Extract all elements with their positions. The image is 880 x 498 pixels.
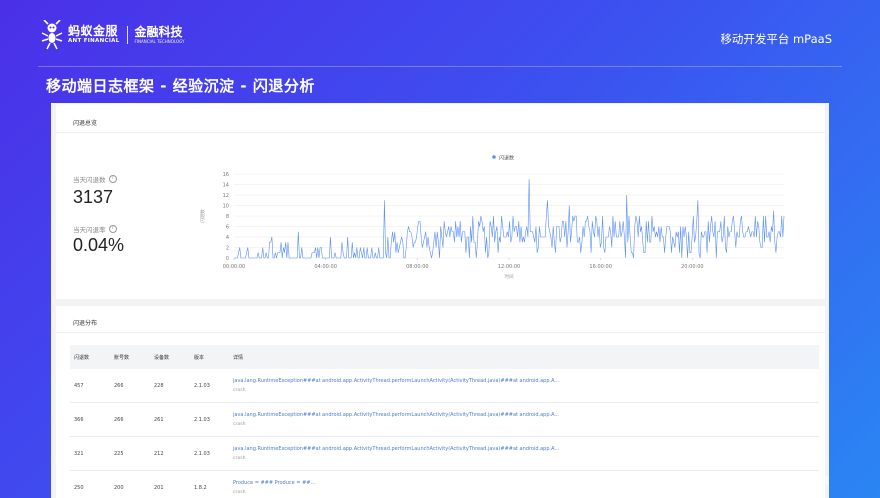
x-tick-label: 00:00:00 <box>223 264 245 270</box>
page-title: 移动端日志框架 - 经验沉淀 - 闪退分析 <box>46 77 315 95</box>
y-tick-label: 6 <box>226 224 229 230</box>
crash-type: crash <box>233 388 246 393</box>
x-tick-label: 16:00:00 <box>589 264 611 270</box>
column-header-crashes[interactable]: 闪退数 <box>74 354 89 361</box>
daily-crash-rate-value: 0.04% <box>73 235 125 255</box>
cell-crashes: 457 <box>74 383 84 389</box>
y-tick-label: 8 <box>226 214 229 220</box>
series-line-crashes <box>234 179 785 259</box>
y-tick-label: 10 <box>223 203 229 209</box>
cell-crashes: 321 <box>74 451 84 457</box>
cell-crashes: 250 <box>74 485 84 491</box>
fintech-brand: 金融科技 FINANCIAL TECHNOLOGY <box>135 26 185 44</box>
y-tick-label: 12 <box>223 193 229 199</box>
ant-financial-brand: 蚂蚁金服 ANT FINANCIAL <box>68 25 120 45</box>
crash-detail-link[interactable]: java.lang.RuntimeException###at android.… <box>233 378 559 384</box>
crash-type: crash <box>233 490 246 495</box>
cell-detail: java.lang.RuntimeException###at android.… <box>233 446 559 461</box>
table-row[interactable]: 457 266 228 2.1.03 java.lang.RuntimeExce… <box>70 369 819 403</box>
x-tick-label: 08:00:00 <box>406 264 428 270</box>
column-header-version[interactable]: 版本 <box>194 354 204 361</box>
brand-secondary-en: FINANCIAL TECHNOLOGY <box>134 39 185 44</box>
brand-divider <box>126 26 128 44</box>
y-tick-label: 0 <box>226 256 229 262</box>
cell-devices: 212 <box>154 451 164 457</box>
help-icon[interactable]: ? <box>108 175 117 183</box>
crash-distribution-card: 闪退分布 闪退数 账号数 设备数 版本 详情 457 266 228 2.1.0… <box>56 306 825 498</box>
cell-detail: java.lang.RuntimeException###at android.… <box>233 412 559 427</box>
overview-title-divider <box>56 132 825 133</box>
crash-detail-link[interactable]: java.lang.RuntimeException###at android.… <box>233 446 559 452</box>
cell-devices: 201 <box>154 485 164 491</box>
column-header-detail[interactable]: 详情 <box>233 354 243 361</box>
distribution-title-divider <box>56 332 825 333</box>
help-icon[interactable]: ? <box>108 225 117 233</box>
distribution-title: 闪退分布 <box>73 320 98 327</box>
brand-primary-zh: 蚂蚁金服 <box>68 24 119 39</box>
y-axis-label: 闪退数 <box>199 209 206 223</box>
top-bar: 蚂蚁金服 ANT FINANCIAL 金融科技 FINANCIAL TECHNO… <box>0 0 880 64</box>
crash-type: crash <box>233 422 246 427</box>
table-header: 闪退数 账号数 设备数 版本 详情 <box>70 345 819 369</box>
cell-version: 2.1.03 <box>194 383 210 389</box>
header-divider <box>38 66 842 67</box>
daily-crash-count-value: 3137 <box>73 187 114 207</box>
ant-logo-icon <box>41 20 63 50</box>
crash-detail-link[interactable]: Produce = ### Produce = ##... <box>233 480 315 486</box>
legend-label: 闪退数 <box>499 155 514 162</box>
brand-logo[interactable]: 蚂蚁金服 ANT FINANCIAL 金融科技 FINANCIAL TECHNO… <box>40 20 184 50</box>
cell-detail: java.lang.RuntimeException###at android.… <box>233 378 559 393</box>
daily-crash-rate-label-text: 当天闪退率 <box>73 226 106 234</box>
cell-accounts: 225 <box>114 451 124 457</box>
crash-line-chart: 闪退数 0 2 4 6 8 10 12 14 16 闪退数 00:00:00 04:00:00 08:00… <box>199 155 785 280</box>
cell-version: 2.1.03 <box>194 451 210 457</box>
brand-primary-en: ANT FINANCIAL <box>68 38 120 45</box>
daily-crash-count-label: 当天闪退数 ? <box>73 174 117 184</box>
x-tick-label: 20:00:00 <box>681 264 703 270</box>
cell-accounts: 266 <box>114 383 124 389</box>
overview-title: 闪退总览 <box>73 120 98 127</box>
legend-marker <box>492 155 496 159</box>
table-row[interactable]: 366 266 261 2.1.03 java.lang.RuntimeExce… <box>70 403 819 437</box>
y-tick-label: 4 <box>226 235 229 241</box>
table-row[interactable]: 321 225 212 2.1.03 java.lang.RuntimeExce… <box>70 437 819 471</box>
y-tick-label: 16 <box>223 172 229 178</box>
crash-detail-link[interactable]: java.lang.RuntimeException###at android.… <box>233 412 559 418</box>
daily-crash-rate-label: 当天闪退率 ? <box>73 224 117 234</box>
brand-secondary-zh: 金融科技 <box>134 25 183 39</box>
x-axis-label: 时间 <box>505 273 514 280</box>
crash-type: crash <box>233 456 246 461</box>
daily-crash-count-label-text: 当天闪退数 <box>73 176 106 184</box>
y-tick-label: 2 <box>226 245 229 251</box>
cell-accounts: 266 <box>114 417 124 423</box>
crash-overview-card: 闪退总览 当天闪退数 ? 3137 当天闪退率 ? 0.04% 闪退数 0 2 4 6 8… <box>56 104 825 299</box>
watermark: https://blog.csdn.net/yunqiinsight <box>640 472 829 487</box>
column-header-devices[interactable]: 设备数 <box>154 354 169 361</box>
column-header-accounts[interactable]: 账号数 <box>114 354 129 361</box>
x-tick-label: 12:00:00 <box>498 264 520 270</box>
cell-accounts: 200 <box>114 485 124 491</box>
x-tick-label: 04:00:00 <box>314 264 336 270</box>
cell-crashes: 366 <box>74 417 84 423</box>
dashboard-panel: 闪退总览 当天闪退数 ? 3137 当天闪退率 ? 0.04% 闪退数 0 2 4 6 8… <box>51 103 829 498</box>
cell-detail: Produce = ### Produce = ##... crash <box>233 480 315 495</box>
cell-version: 2.1.03 <box>194 417 210 423</box>
cell-version: 1.8.2 <box>194 485 207 491</box>
cell-devices: 228 <box>154 383 164 389</box>
y-tick-label: 14 <box>223 182 229 188</box>
cell-devices: 261 <box>154 417 164 423</box>
platform-name: 移动开发平台 mPaaS <box>720 32 832 46</box>
